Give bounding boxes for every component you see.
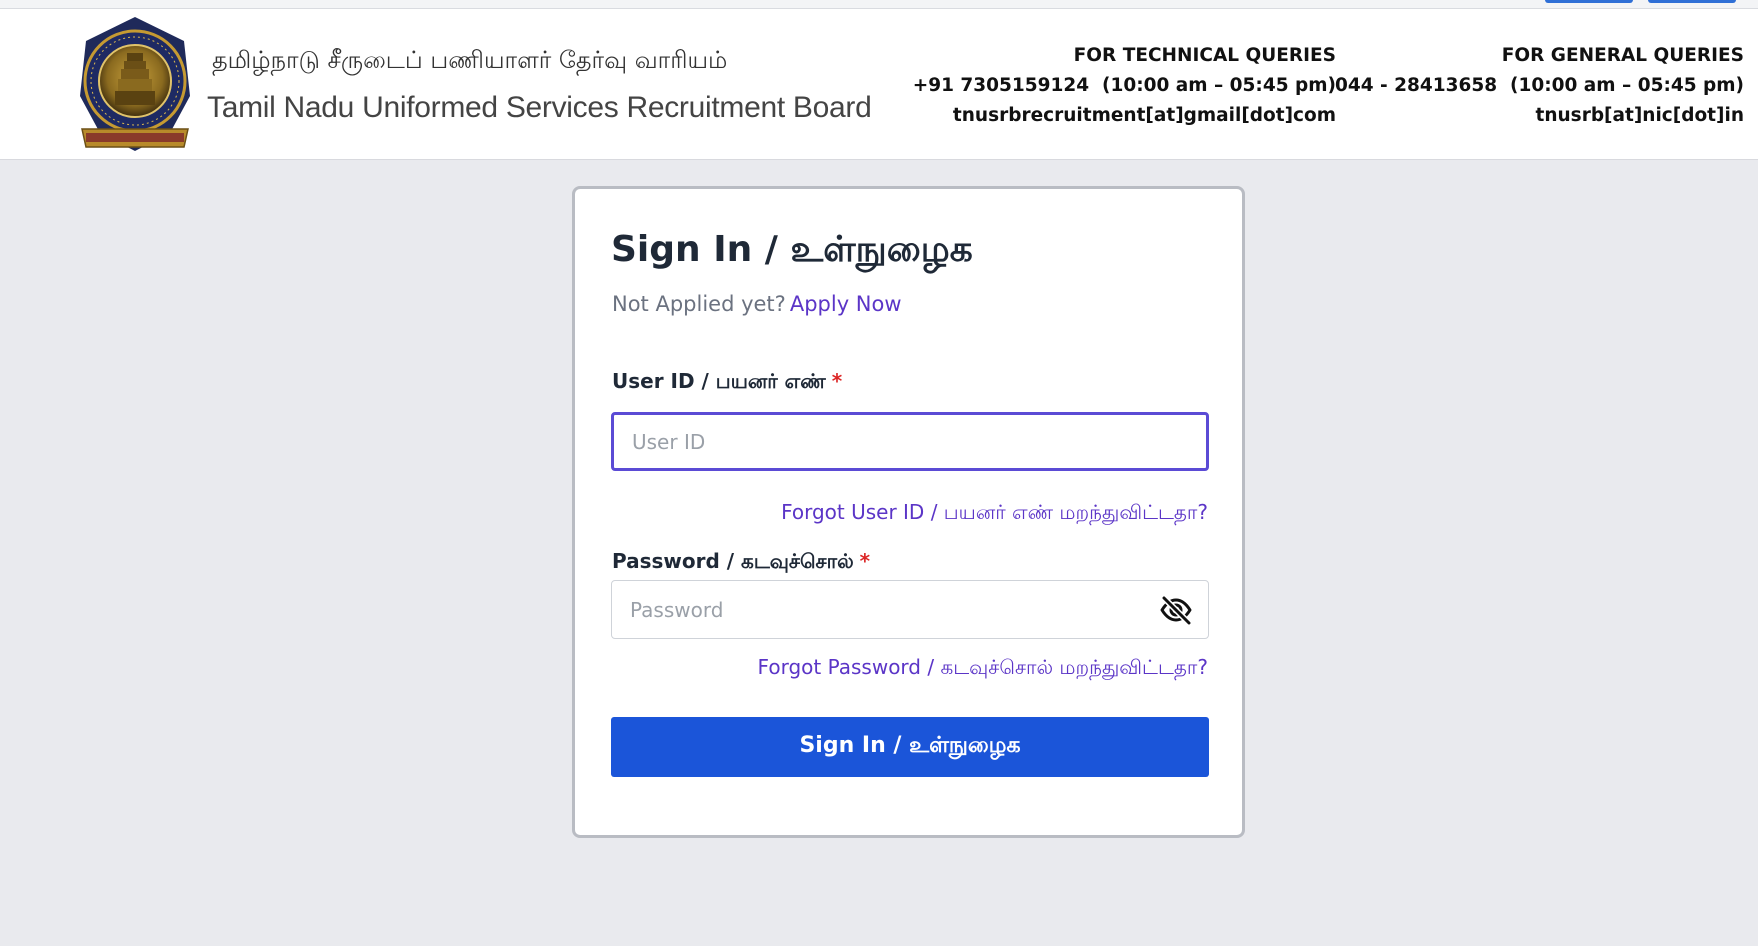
- not-applied-label: Not Applied yet?: [612, 292, 786, 316]
- apply-now-link[interactable]: Apply Now: [790, 292, 902, 316]
- org-name-tamil: தமிழ்நாடு சீருடைப் பணியாளர் தேர்வு வாரிய…: [212, 46, 728, 74]
- not-applied-text: Not Applied yet? Apply Now: [612, 292, 902, 316]
- general-queries-block: FOR GENERAL QUERIES 044 - 28413658 (10:0…: [1335, 41, 1744, 131]
- user-id-label-text: User ID / பயனர் எண்: [612, 369, 826, 393]
- password-label-text: Password / கடவுச்சொல்: [612, 549, 854, 573]
- required-asterisk: *: [859, 549, 871, 573]
- forgot-password-link[interactable]: Forgot Password / கடவுச்சொல் மறந்துவிட்ட…: [758, 655, 1208, 682]
- sign-in-button[interactable]: Sign In / உள்நுழைக: [611, 717, 1209, 777]
- general-queries-phone: 044 - 28413658 (10:00 am – 05:45 pm): [1334, 75, 1744, 96]
- org-name-english: Tamil Nadu Uniformed Services Recruitmen…: [207, 91, 872, 124]
- technical-queries-phone: +91 7305159124 (10:00 am – 05:45 pm): [912, 75, 1336, 96]
- top-strip-tab: [1648, 0, 1736, 3]
- user-id-input[interactable]: [611, 412, 1209, 471]
- top-strip-tab: [1545, 0, 1633, 3]
- password-input[interactable]: [611, 580, 1209, 639]
- general-queries-heading: FOR GENERAL QUERIES: [1501, 45, 1744, 66]
- technical-queries-block: FOR TECHNICAL QUERIES +91 7305159124 (10…: [913, 41, 1336, 131]
- required-asterisk: *: [831, 369, 843, 393]
- user-id-label: User ID / பயனர் எண் *: [612, 369, 842, 396]
- forgot-user-id-link[interactable]: Forgot User ID / பயனர் எண் மறந்துவிட்டதா…: [781, 500, 1208, 527]
- site-header: தமிழ்நாடு சீருடைப் பணியாளர் தேர்வு வாரிய…: [0, 9, 1758, 160]
- tnusrb-emblem-logo: [80, 17, 190, 151]
- technical-queries-email: tnusrbrecruitment[at]gmail[dot]com: [952, 105, 1336, 126]
- browser-top-strip: [0, 0, 1758, 9]
- signin-title: Sign In / உள்நுழைக: [611, 229, 973, 270]
- general-queries-email: tnusrb[at]nic[dot]in: [1535, 105, 1745, 126]
- signin-card: Sign In / உள்நுழைக Not Applied yet? Apply…: [572, 186, 1245, 838]
- eye-slash-icon[interactable]: [1159, 595, 1193, 625]
- technical-queries-heading: FOR TECHNICAL QUERIES: [1073, 45, 1336, 66]
- password-label: Password / கடவுச்சொல் *: [612, 549, 870, 576]
